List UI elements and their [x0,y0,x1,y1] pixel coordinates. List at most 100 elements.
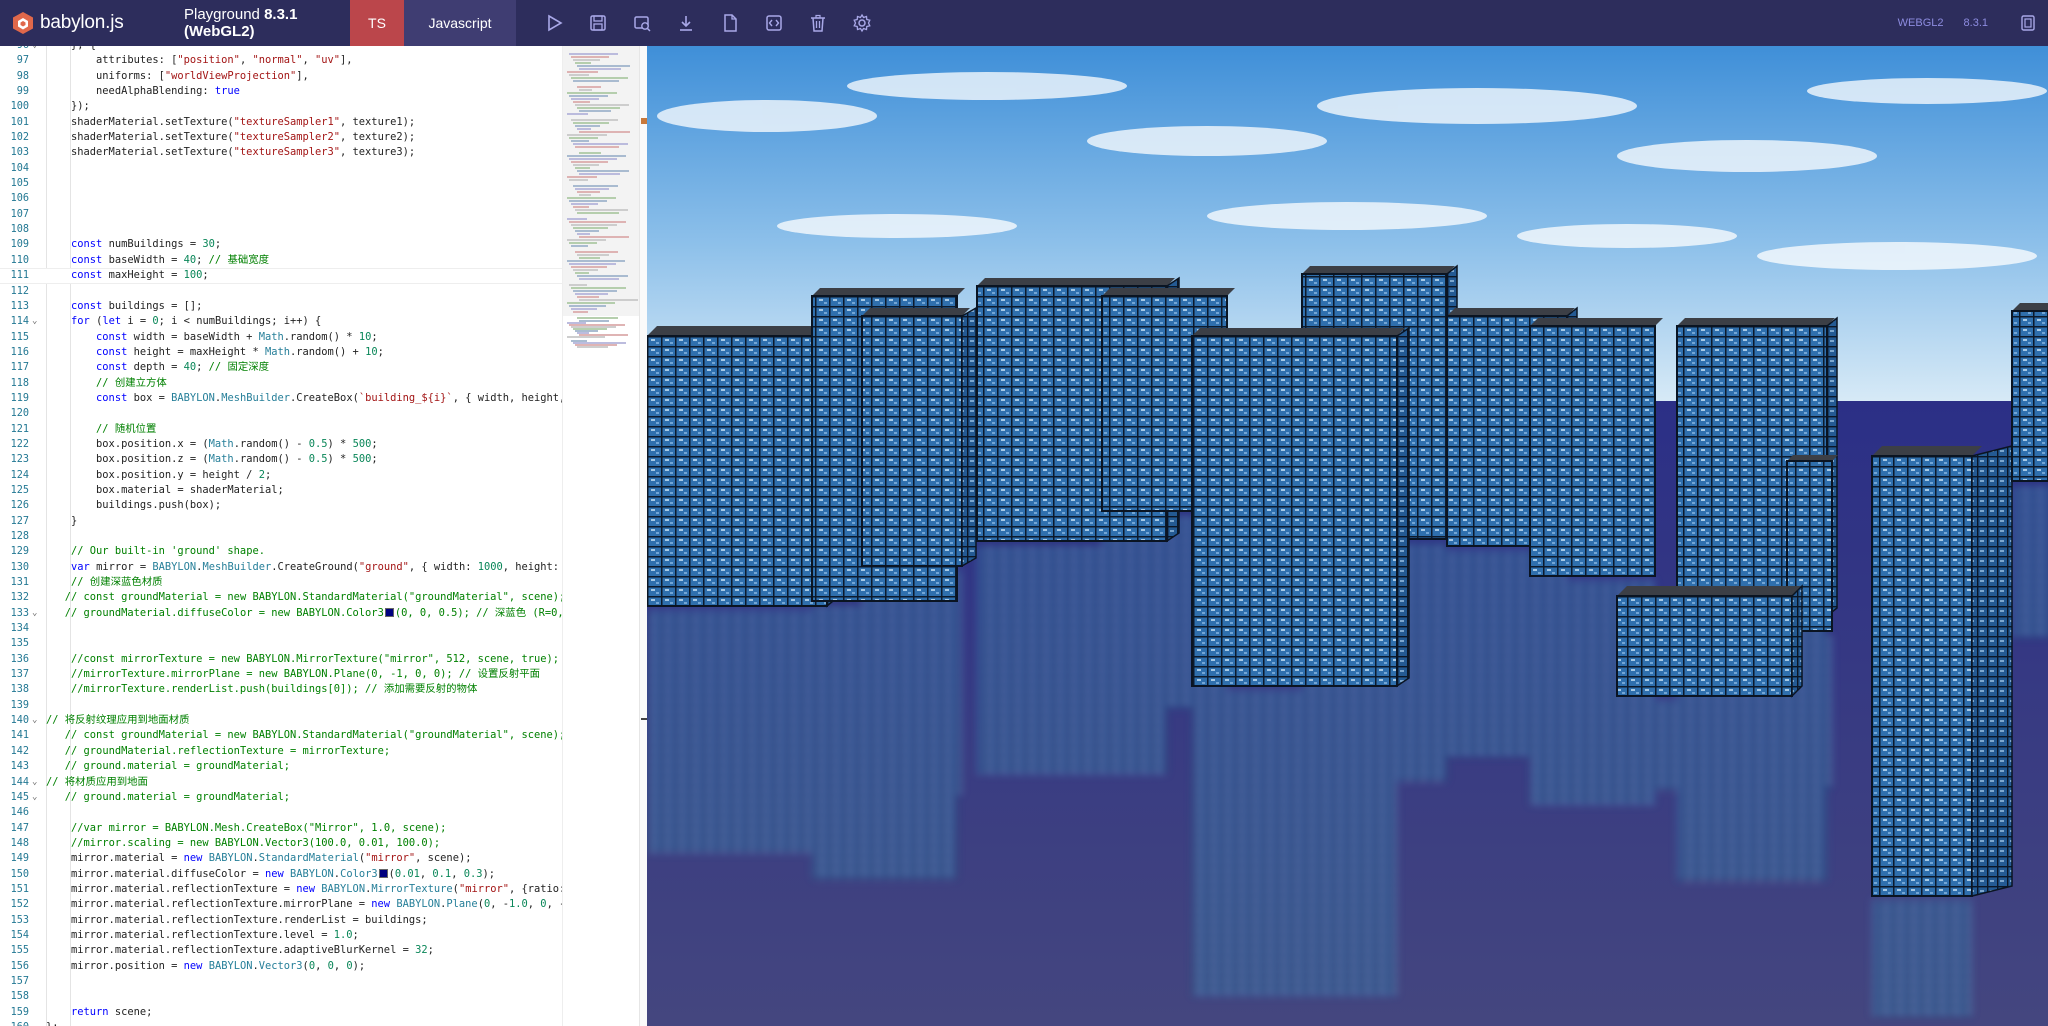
minimap-line [569,53,618,55]
code-line[interactable]: 122 box.position.x = (Math.random() - 0.… [0,437,562,452]
code-line[interactable]: 153 mirror.material.reflectionTexture.re… [0,913,562,928]
render-canvas[interactable] [647,46,2048,1026]
code-line[interactable]: 138 //mirrorTexture.renderList.push(buil… [0,682,562,697]
code-line[interactable]: 105 [0,176,562,191]
babylon-logo[interactable]: babylon.js [0,0,172,46]
code-text: needAlphaBlending: true [46,85,240,98]
code-line[interactable]: 141 // const groundMaterial = new BABYLO… [0,728,562,743]
code-line[interactable]: 144 ⌄ // 将材质应用到地面 [0,775,562,790]
code-line[interactable]: 150 mirror.material.diffuseColor = new B… [0,867,562,882]
code-line[interactable]: 121 // 随机位置 [0,422,562,437]
code-line[interactable]: 156 mirror.position = new BABYLON.Vector… [0,959,562,974]
fold-chevron-icon[interactable]: ⌄ [32,790,42,805]
line-number: 150 [10,868,29,880]
code-line[interactable]: 127 } [0,514,562,529]
code-text: //var mirror = BABYLON.Mesh.CreateBox("M… [71,821,447,834]
code-line[interactable]: 131 // 创建深蓝色材质 [0,575,562,590]
code-line[interactable]: 108 [0,222,562,237]
line-number: 157 [10,975,29,987]
settings-button[interactable] [840,0,884,46]
color-swatch[interactable] [378,868,388,878]
tab-typescript[interactable]: TS [350,0,404,46]
code-line[interactable]: 159 return scene; [0,1005,562,1020]
code-line[interactable]: 155 mirror.material.reflectionTexture.ad… [0,943,562,958]
code-line[interactable]: 117 const depth = 40; // 固定深度 [0,360,562,375]
code-line[interactable]: 98 uniforms: ["worldViewProjection"], [0,69,562,84]
code-line[interactable]: 119 const box = BABYLON.MeshBuilder.Crea… [0,391,562,406]
code-line[interactable]: 116 const height = maxHeight * Math.rand… [0,345,562,360]
code-line[interactable]: 136 //const mirrorTexture = new BABYLON.… [0,652,562,667]
minimap[interactable] [562,46,639,1026]
code-line[interactable]: 133 ⌄ // groundMaterial.diffuseColor = ne… [0,606,562,621]
run-button[interactable] [532,0,576,46]
code-line[interactable]: 157 [0,974,562,989]
download-button[interactable] [664,0,708,46]
code-line[interactable]: 106 [0,191,562,206]
code-line[interactable]: 143 // ground.material = groundMaterial; [0,759,562,774]
line-number: 122 [10,438,29,450]
code-line[interactable]: 113 const buildings = []; [0,299,562,314]
engine-label: WEBGL2 [1897,17,1944,29]
minimap-line [571,266,607,268]
code-text: box.position.x = (Math.random() - 0.5) *… [46,437,378,450]
code-line[interactable]: 140 ⌄ // 将反射纹理应用到地面材质 [0,713,562,728]
code-line[interactable]: 123 box.position.z = (Math.random() - 0.… [0,452,562,467]
code-editor[interactable]: 96⌄ }, {97 attributes: ["position", "nor… [0,46,562,1026]
code-line[interactable]: 120 [0,406,562,421]
code-line[interactable]: 104 [0,161,562,176]
code-line[interactable]: 124 box.position.y = height / 2; [0,468,562,483]
code-line[interactable]: 158 [0,989,562,1004]
new-file-button[interactable] [708,0,752,46]
code-line[interactable]: 132 // const groundMaterial = new BABYLO… [0,590,562,605]
code-line[interactable]: 96⌄ }, { [0,46,562,53]
code-line[interactable]: 125 box.material = shaderMaterial; [0,483,562,498]
editor-scrollbar[interactable] [639,46,647,1026]
fold-chevron-icon[interactable]: ⌄ [32,314,42,329]
code-line[interactable]: 139 [0,698,562,713]
code-line[interactable]: 102 shaderMaterial.setTexture("textureSa… [0,130,562,145]
new-file-icon [724,14,737,32]
code-line[interactable]: 154 mirror.material.reflectionTexture.le… [0,928,562,943]
tab-javascript[interactable]: Javascript [404,0,516,46]
code-line[interactable]: 128 [0,529,562,544]
code-line[interactable]: 103 shaderMaterial.setTexture("textureSa… [0,145,562,160]
code-line[interactable]: 142 // groundMaterial.reflectionTexture … [0,744,562,759]
clear-button[interactable] [796,0,840,46]
code-line[interactable]: 149 mirror.material = new BABYLON.Standa… [0,851,562,866]
code-line[interactable]: 135 [0,636,562,651]
code-line[interactable]: 160}; [0,1020,562,1026]
code-line[interactable]: 137 //mirrorTexture.mirrorPlane = new BA… [0,667,562,682]
code-line[interactable]: 147 //var mirror = BABYLON.Mesh.CreateBo… [0,821,562,836]
code-line[interactable]: 110 const baseWidth = 40; // 基础宽度 [0,253,562,268]
format-code-button[interactable] [752,0,796,46]
code-line[interactable]: 111 const maxHeight = 100; [0,268,562,284]
fold-chevron-icon[interactable]: ⌄ [32,775,42,790]
code-line[interactable]: 115 const width = baseWidth + Math.rando… [0,330,562,345]
code-line[interactable]: 152 mirror.material.reflectionTexture.mi… [0,897,562,912]
save-button[interactable] [576,0,620,46]
code-text: box.material = shaderMaterial; [46,483,284,496]
fold-chevron-icon[interactable]: ⌄ [32,46,42,53]
code-line[interactable]: 151 mirror.material.reflectionTexture = … [0,882,562,897]
code-line[interactable]: 100 }); [0,99,562,114]
code-line[interactable]: 146 [0,805,562,820]
code-line[interactable]: 130 var mirror = BABYLON.MeshBuilder.Cre… [0,560,562,575]
code-line[interactable]: 99 needAlphaBlending: true [0,84,562,99]
code-line[interactable]: 129 // Our built-in 'ground' shape. [0,544,562,559]
fold-chevron-icon[interactable]: ⌄ [32,606,42,621]
inspector-button[interactable] [620,0,664,46]
fullscreen-button[interactable] [2008,0,2048,46]
code-line[interactable]: 112 [0,284,562,299]
code-line[interactable]: 134 [0,621,562,636]
code-line[interactable]: 109 const numBuildings = 30; [0,237,562,252]
code-line[interactable]: 101 shaderMaterial.setTexture("textureSa… [0,115,562,130]
code-line[interactable]: 114 ⌄ for (let i = 0; i < numBuildings; i… [0,314,562,329]
code-line[interactable]: 118 // 创建立方体 [0,376,562,391]
code-line[interactable]: 145 ⌄ // ground.material = groundMaterial… [0,790,562,805]
code-line[interactable]: 97 attributes: ["position", "normal", "u… [0,53,562,68]
code-line[interactable]: 126 buildings.push(box); [0,498,562,513]
building-roof [812,288,965,296]
fold-chevron-icon[interactable]: ⌄ [32,713,42,728]
code-line[interactable]: 107 [0,207,562,222]
code-line[interactable]: 148 //mirror.scaling = new BABYLON.Vecto… [0,836,562,851]
